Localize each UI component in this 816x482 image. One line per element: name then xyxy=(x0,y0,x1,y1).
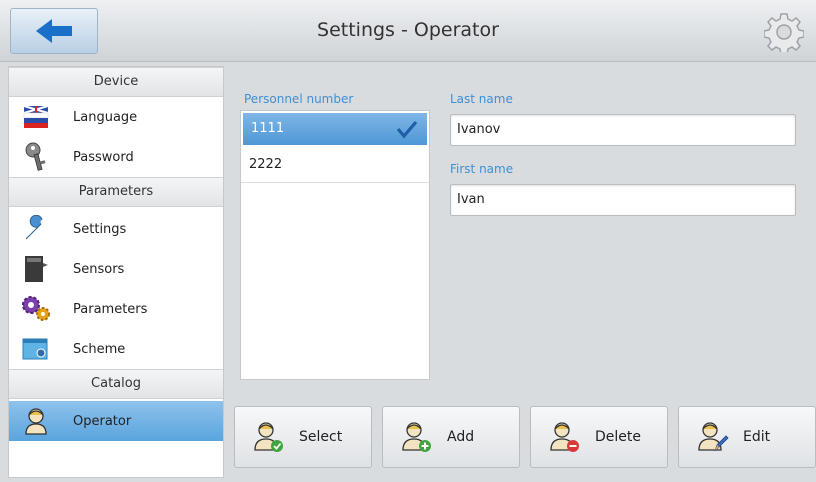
personnel-list: 1111 2222 xyxy=(240,110,430,380)
scheme-icon xyxy=(21,334,51,364)
last-name-label: Last name xyxy=(450,92,513,106)
sidebar-item-password[interactable]: Password xyxy=(9,137,223,177)
page-title: Settings - Operator xyxy=(317,19,499,41)
sidebar-item-settings[interactable]: Settings xyxy=(9,209,223,249)
sidebar-item-label: Sensors xyxy=(73,261,125,277)
sidebar-item-sensors[interactable]: Sensors xyxy=(9,249,223,289)
operator-add-icon xyxy=(402,422,431,452)
list-item[interactable]: 1111 xyxy=(243,113,427,145)
edit-button[interactable]: Edit xyxy=(678,406,816,468)
flag-icon xyxy=(21,102,51,132)
sidebar-item-label: Language xyxy=(73,109,138,125)
title-bar: Settings - Operator xyxy=(0,0,816,62)
operator-delete-icon xyxy=(550,422,579,452)
wrench-icon xyxy=(21,214,51,244)
operator-select-icon xyxy=(254,422,283,452)
sidebar-item-label: Operator xyxy=(73,413,132,429)
delete-label: Delete xyxy=(595,429,641,445)
sidebar-item-parameters[interactable]: Parameters xyxy=(9,289,223,329)
gear-icon[interactable] xyxy=(764,12,804,52)
edit-label: Edit xyxy=(743,429,771,445)
add-button[interactable]: Add xyxy=(382,406,520,468)
sidebar-item-language[interactable]: Language xyxy=(9,97,223,137)
first-name-label: First name xyxy=(450,162,514,176)
operator-icon xyxy=(21,406,51,436)
main-panel: Personnel number 1111 2222 Last name Iva… xyxy=(230,66,816,478)
personnel-number: 1111 xyxy=(251,121,285,136)
add-label: Add xyxy=(447,429,475,445)
personnel-number: 2222 xyxy=(249,157,283,172)
sidebar-item-label: Password xyxy=(73,149,134,165)
sidebar-item-operator[interactable]: Operator xyxy=(9,401,223,441)
section-header-catalog: Catalog xyxy=(9,369,223,399)
sidebar-item-scheme[interactable]: Scheme xyxy=(9,329,223,369)
sidebar: Device Language Password Parameters Sett… xyxy=(8,66,224,478)
operator-edit-icon xyxy=(698,422,729,452)
sidebar-item-label: Settings xyxy=(73,221,127,237)
section-header-parameters: Parameters xyxy=(9,177,223,207)
gears-icon xyxy=(21,294,51,324)
list-item[interactable]: 2222 xyxy=(241,147,429,183)
delete-button[interactable]: Delete xyxy=(530,406,668,468)
personnel-number-label: Personnel number xyxy=(244,92,354,106)
sensor-icon xyxy=(21,254,51,284)
last-name-field[interactable]: Ivanov xyxy=(450,114,796,146)
key-icon xyxy=(21,142,51,172)
select-label: Select xyxy=(299,429,343,445)
sidebar-item-label: Scheme xyxy=(73,341,126,357)
select-button[interactable]: Select xyxy=(234,406,372,468)
sidebar-item-label: Parameters xyxy=(73,301,148,317)
section-header-device: Device xyxy=(9,67,223,97)
first-name-field[interactable]: Ivan xyxy=(450,184,796,216)
checkmark-icon xyxy=(396,120,418,139)
